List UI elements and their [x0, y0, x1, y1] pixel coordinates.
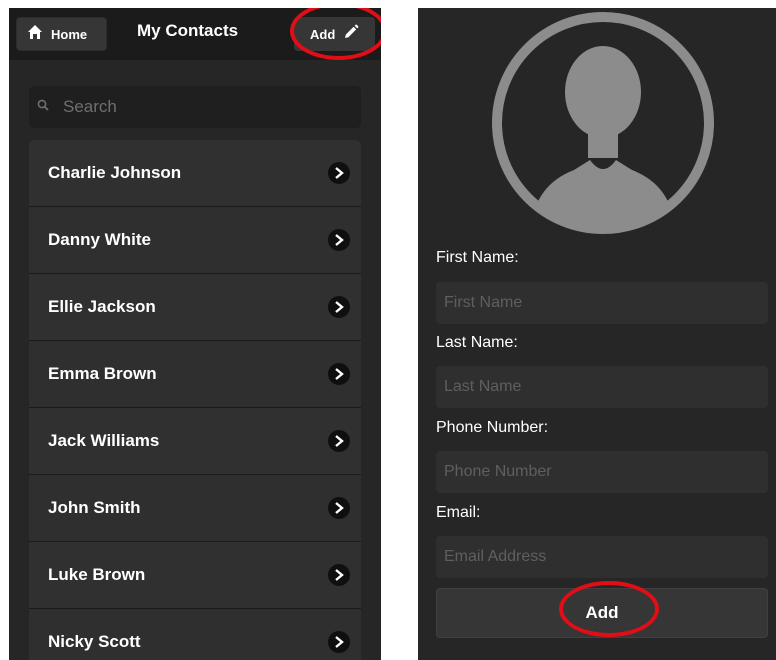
list-item[interactable]: Luke Brown	[29, 542, 361, 609]
contact-name: Danny White	[48, 230, 151, 249]
contact-name: Luke Brown	[48, 565, 146, 584]
chevron-right-icon	[328, 229, 350, 251]
add-submit-button[interactable]: Add	[436, 588, 768, 638]
chevron-right-icon	[328, 497, 350, 519]
add-contact-button[interactable]: Add	[294, 17, 375, 51]
first-name-field[interactable]	[436, 282, 768, 324]
email-field[interactable]	[436, 536, 768, 578]
list-item[interactable]: Emma Brown	[29, 341, 361, 408]
user-avatar-icon	[490, 10, 716, 236]
search-bar	[29, 86, 361, 128]
contact-name: John Smith	[48, 498, 141, 517]
chevron-right-icon	[328, 430, 350, 452]
chevron-right-icon	[328, 363, 350, 385]
page-title: My Contacts	[137, 21, 239, 40]
list-item[interactable]: Jack Williams	[29, 408, 361, 475]
search-icon	[37, 98, 49, 116]
list-item[interactable]: John Smith	[29, 475, 361, 542]
contact-list: Charlie Johnson Danny White Ellie Jackso…	[29, 140, 361, 660]
contact-name: Emma Brown	[48, 364, 157, 383]
list-item[interactable]: Charlie Johnson	[29, 140, 361, 207]
contact-name: Nicky Scott	[48, 632, 141, 651]
list-item[interactable]: Ellie Jackson	[29, 274, 361, 341]
chevron-right-icon	[328, 564, 350, 586]
contact-name: Ellie Jackson	[48, 297, 156, 316]
home-button[interactable]: Home	[16, 17, 107, 51]
phone-number-label: Phone Number:	[436, 419, 549, 436]
phone-number-field[interactable]	[436, 451, 768, 493]
search-input[interactable]	[61, 96, 345, 118]
list-item[interactable]: Danny White	[29, 207, 361, 274]
chevron-right-icon	[328, 631, 350, 653]
last-name-field[interactable]	[436, 366, 768, 408]
contacts-list-screen: Home My Contacts Add Charlie Johnson Dan…	[9, 8, 381, 660]
chevron-right-icon	[328, 296, 350, 318]
header-bar: Home My Contacts Add	[9, 8, 381, 60]
list-item[interactable]: Nicky Scott	[29, 609, 361, 660]
contact-name: Jack Williams	[48, 431, 160, 450]
last-name-label: Last Name:	[436, 334, 518, 351]
add-button-label: Add	[310, 26, 336, 42]
email-label: Email:	[436, 504, 481, 521]
chevron-right-icon	[328, 162, 350, 184]
contact-name: Charlie Johnson	[48, 163, 182, 182]
pencil-icon	[335, 24, 359, 45]
home-icon	[27, 24, 43, 45]
add-contact-screen: First Name: Last Name: Phone Number: Ema…	[418, 8, 776, 660]
home-button-label: Home	[51, 26, 88, 42]
first-name-label: First Name:	[436, 249, 519, 266]
